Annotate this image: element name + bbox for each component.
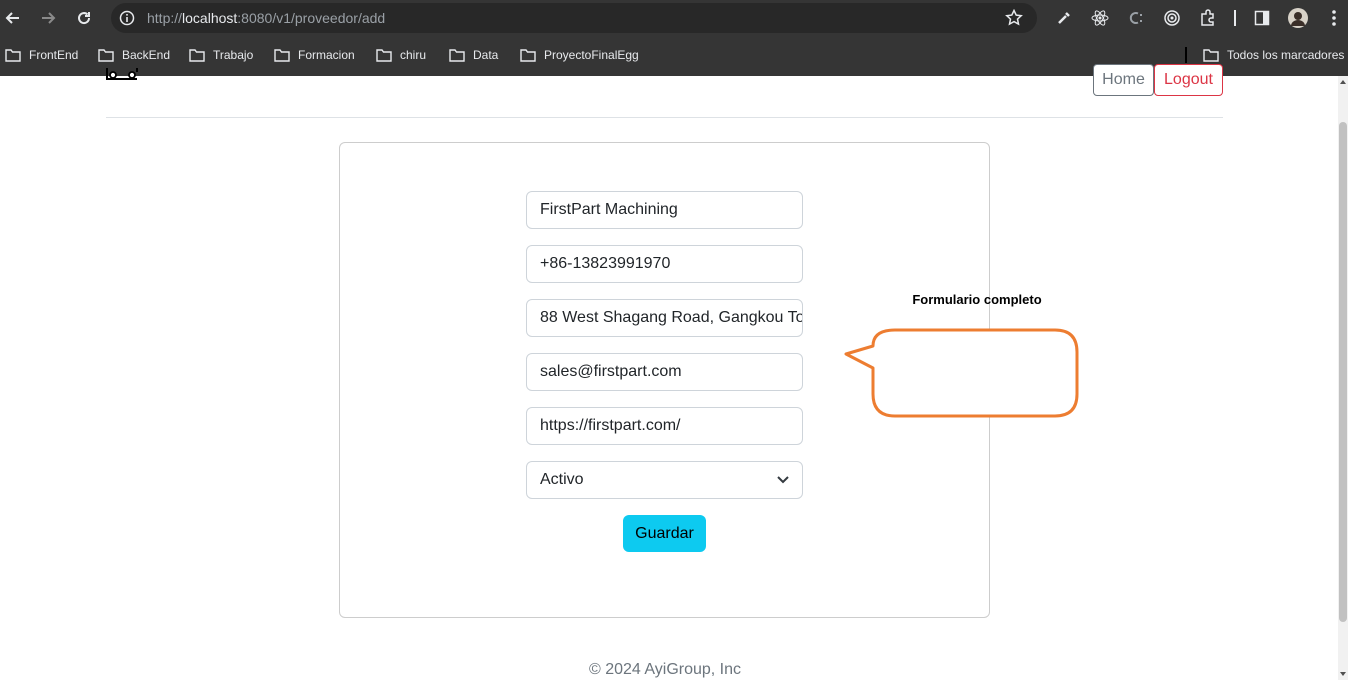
url-text: http://localhost:8080/v1/proveedor/add [147, 10, 386, 26]
web-page: Home Logout FirstPart Machining +86-1382… [0, 64, 1348, 680]
header-divider [106, 117, 1223, 118]
footer-copyright: © 2024 AyiGroup, Inc [588, 661, 742, 678]
menu-kebab-icon[interactable] [1324, 8, 1344, 28]
address-bar[interactable]: http://localhost:8080/v1/proveedor/add [111, 3, 1037, 33]
folder-icon [449, 49, 465, 62]
bookmark-folder-trabajo[interactable]: Trabajo [189, 45, 253, 65]
side-panel-icon[interactable] [1252, 8, 1272, 28]
address-input[interactable]: 88 West Shagang Road, Gangkou Town [526, 299, 803, 337]
folder-icon [1203, 49, 1219, 62]
scrollbar-thumb[interactable] [1339, 122, 1347, 622]
status-select[interactable]: Activo [526, 461, 803, 499]
bookmark-folder-proyectofinalegg[interactable]: ProyectoFinalEgg [520, 45, 639, 65]
name-input[interactable]: FirstPart Machining [526, 191, 803, 229]
folder-icon [376, 49, 392, 62]
callout-bubble [844, 328, 1079, 418]
logout-button[interactable]: Logout [1154, 64, 1223, 96]
toolbar-divider [1234, 10, 1236, 26]
bookmark-folder-data[interactable]: Data [449, 45, 498, 65]
folder-icon [520, 49, 536, 62]
site-info-icon[interactable] [119, 10, 135, 31]
bookmark-folder-backend[interactable]: BackEnd [98, 45, 170, 65]
profile-avatar[interactable] [1288, 8, 1308, 28]
forward-icon[interactable] [38, 8, 58, 28]
scroll-down-arrow-icon[interactable] [1340, 672, 1346, 676]
reload-icon[interactable] [74, 8, 94, 28]
email-input[interactable]: sales@firstpart.com [526, 353, 803, 391]
bookmarks-divider [1185, 47, 1187, 63]
bookmark-folder-formacion[interactable]: Formacion [274, 45, 355, 65]
folder-icon [189, 49, 205, 62]
eyedropper-icon[interactable] [1054, 8, 1074, 28]
bookmark-folder-all[interactable]: Todos los marcadores [1203, 45, 1344, 65]
browser-toolbar: http://localhost:8080/v1/proveedor/add [0, 0, 1348, 36]
callout-text: Formulario completo [912, 292, 1042, 307]
folder-icon [274, 49, 290, 62]
target-extension-icon[interactable] [1162, 8, 1182, 28]
extension-c-icon[interactable] [1126, 8, 1146, 28]
scrollbar[interactable] [1338, 76, 1348, 680]
chevron-down-icon [777, 476, 789, 484]
bookmark-star-icon[interactable] [1005, 8, 1023, 32]
home-button[interactable]: Home [1093, 64, 1154, 96]
bookmark-folder-frontend[interactable]: FrontEnd [5, 45, 78, 65]
back-icon[interactable] [3, 8, 23, 28]
extensions-puzzle-icon[interactable] [1198, 8, 1218, 28]
folder-icon [98, 49, 114, 62]
react-devtools-icon[interactable] [1090, 8, 1110, 28]
bookmark-folder-chiru[interactable]: chiru [376, 45, 426, 65]
folder-icon [5, 49, 21, 62]
scroll-up-arrow-icon[interactable] [1340, 80, 1346, 84]
save-button[interactable]: Guardar [623, 515, 706, 552]
truck-logo-icon[interactable] [106, 68, 140, 95]
phone-input[interactable]: +86-13823991970 [526, 245, 803, 283]
website-input[interactable]: https://firstpart.com/ [526, 407, 803, 445]
